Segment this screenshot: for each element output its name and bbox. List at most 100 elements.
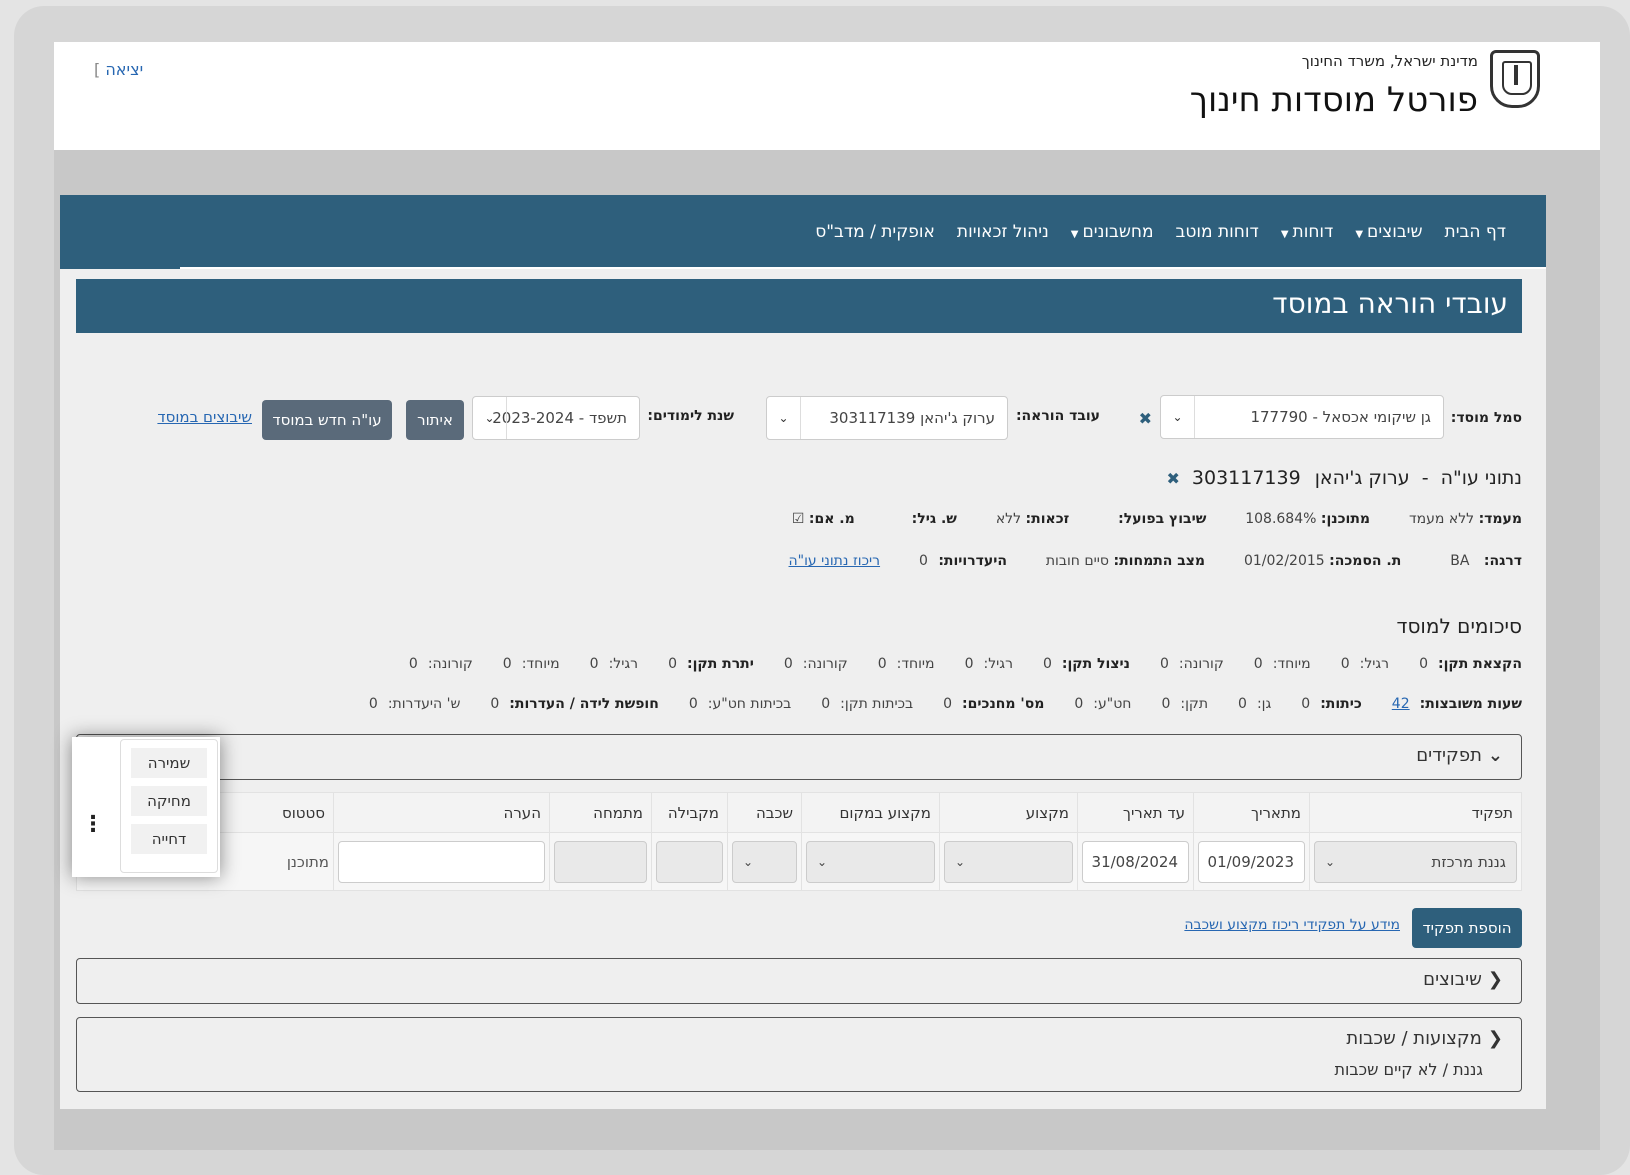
summary-item-value[interactable]: 42 xyxy=(1392,696,1410,712)
intern-input[interactable] xyxy=(554,840,647,883)
kebab-menu-icon[interactable]: ⋮ xyxy=(82,812,104,837)
to-date-cell: 31/08/2024 xyxy=(1077,832,1194,891)
placements-accordion-header[interactable]: ❮ שיבוצים xyxy=(1423,969,1503,990)
summary-item-label: קורונה: xyxy=(427,656,473,672)
add-role-button[interactable]: הוספת תפקיד xyxy=(1412,908,1522,948)
cert-value: 01/02/2015 xyxy=(1243,553,1325,569)
institution-select[interactable]: גן שיקומי אכסאל - 177790 ⌄ xyxy=(1160,395,1444,439)
teacher-details-row2: דרגה: BA ת. הסמכה: 01/02/2015 מצב התמחות… xyxy=(789,553,1522,569)
summary-item-label: קורונה: xyxy=(1178,656,1224,672)
nav-reports[interactable]: דוחות ▼ xyxy=(1281,222,1334,242)
institution-value: גן שיקומי אכסאל - 177790 xyxy=(1250,408,1431,426)
to-date-input[interactable]: 31/08/2024 xyxy=(1082,840,1189,883)
chevron-down-icon: ⌄ xyxy=(767,397,801,439)
chevron-left-icon: ❮ xyxy=(1487,969,1503,990)
nav-label[interactable]: דוחות xyxy=(1293,222,1334,242)
roles-accordion-header[interactable]: ⌄ תפקידים xyxy=(1416,745,1503,766)
summary-item-value: 0 xyxy=(964,656,974,672)
nav-label[interactable]: מחשבונים xyxy=(1083,222,1154,242)
page-title: עובדי הוראה במוסד xyxy=(76,279,1522,333)
nav-label[interactable]: שיבוצים xyxy=(1367,222,1422,242)
menu-item-delete[interactable]: מחיקה xyxy=(131,786,207,816)
note-cell xyxy=(333,832,550,891)
nav-label[interactable]: ניהול זכאויות xyxy=(957,222,1049,242)
summary-item: ניצול תקן: 0 xyxy=(1043,656,1130,672)
search-button[interactable]: איתור xyxy=(406,400,464,440)
teacher-select[interactable]: ערוק ג'יהאן 303117139 ⌄ xyxy=(766,396,1008,440)
summary-item-value: 0 xyxy=(783,656,793,672)
nav-label[interactable]: דף הבית xyxy=(1445,222,1506,242)
ma-checkbox: ☑ xyxy=(791,511,805,527)
logout-link[interactable]: יציאה ] xyxy=(94,60,143,79)
summary-item: כיתות: 0 xyxy=(1301,696,1362,712)
column-header: מקצוע xyxy=(939,792,1078,833)
column-header: הערה xyxy=(333,792,550,833)
summary-item-label: בכיתות חט"ע: xyxy=(707,696,792,712)
chevron-left-icon: ❮ xyxy=(1487,1028,1503,1049)
from-date-input[interactable]: 01/09/2023 xyxy=(1198,840,1305,883)
portal-title: פורטל מוסדות חינוך xyxy=(1189,80,1478,120)
summary-item: חט"ע: 0 xyxy=(1074,696,1131,712)
spec-label: מצב התמחות: xyxy=(1113,553,1206,569)
summary-item-label: שעות משובצות: xyxy=(1419,696,1522,712)
summary-item-label: גן: xyxy=(1256,696,1272,712)
note-input[interactable] xyxy=(338,840,545,883)
ma-label: מ. אם: xyxy=(808,511,855,527)
summary-item-label: רגיל: xyxy=(608,656,639,672)
year-value: תשפד - 2023-2024 xyxy=(492,409,627,427)
layer-select[interactable]: ⌄ xyxy=(732,840,797,883)
nav-placements[interactable]: שיבוצים▼ xyxy=(1355,222,1422,242)
nav-entitlements[interactable]: ניהול זכאויות xyxy=(957,222,1049,242)
subjects-title: מקצועות / שכבות xyxy=(1346,1028,1482,1049)
menu-item-save[interactable]: שמירה xyxy=(131,748,207,778)
institution-label: סמל מוסד: xyxy=(1450,410,1522,426)
nav-label[interactable]: אופקית / מדב"ס xyxy=(815,222,935,242)
summary-item-value: 0 xyxy=(589,656,599,672)
summary-item-value: 0 xyxy=(408,656,418,672)
status-label: מעמד: xyxy=(1478,511,1522,527)
teacher-heading-prefix: נתוני עו"ה xyxy=(1440,467,1522,489)
subject-place-select[interactable]: ⌄ xyxy=(806,840,935,883)
nav-ofkit[interactable]: אופקית / מדב"ס xyxy=(815,222,935,242)
role-value: גננת מרכזת xyxy=(1431,852,1506,871)
summary-item: הקצאת תקן: 0 xyxy=(1419,656,1522,672)
role-info-link[interactable]: מידע על תפקידי ריכוז מקצוע ושכבה xyxy=(1184,917,1400,933)
role-select[interactable]: גננת מרכזת ⌄ xyxy=(1314,840,1517,883)
parallel-input[interactable] xyxy=(656,840,723,883)
year-select[interactable]: תשפד - 2023-2024 ⌄ xyxy=(472,396,640,440)
intern-cell xyxy=(549,832,652,891)
summary-item: מס' מחנכים: 0 xyxy=(943,696,1044,712)
teacher-summary-link[interactable]: ריכוז נתוני עו"ה xyxy=(789,553,881,569)
summary-item: תקן: 0 xyxy=(1161,696,1208,712)
pin-icon[interactable]: ✖ xyxy=(1166,469,1179,488)
ministry-name: מדינת ישראל, משרד החינוך xyxy=(1301,52,1478,70)
nav-label[interactable]: דוחות מוטב xyxy=(1176,222,1259,242)
subject-select[interactable]: ⌄ xyxy=(944,840,1073,883)
nav-home[interactable]: דף הבית xyxy=(1445,222,1506,242)
summary-item: חופשת לידה / העדרות: 0 xyxy=(490,696,658,712)
summary-item-label: מיוחד: xyxy=(1272,656,1311,672)
nav-calculators[interactable]: מחשבונים ▼ xyxy=(1071,222,1154,242)
placements-link[interactable]: שיבוצים במוסד xyxy=(157,408,252,426)
roles-accordion[interactable]: ⌄ תפקידים xyxy=(76,734,1522,780)
logout-label[interactable]: יציאה xyxy=(105,60,143,79)
pin-icon[interactable]: ✖ xyxy=(1139,409,1152,428)
subjects-accordion[interactable]: ❮ מקצועות / שכבות גננת / לא קיים שכבות xyxy=(76,1017,1522,1092)
teacher-heading-sep: - xyxy=(1421,467,1429,489)
placements-accordion[interactable]: ❮ שיבוצים xyxy=(76,958,1522,1004)
summary-item-value: 0 xyxy=(1301,696,1311,712)
teacher-heading: נתוני עו"ה - ערוק ג'יהאן 303117139 ✖ xyxy=(1166,467,1522,489)
new-teacher-button[interactable]: עו"ה חדש במוסד xyxy=(262,400,392,440)
summary-item-label: ש' היעדרות: xyxy=(387,696,461,712)
column-header: מתאריך xyxy=(1193,792,1310,833)
summary-item-value: 0 xyxy=(668,656,677,672)
nav-beneficiary-reports[interactable]: דוחות מוטב xyxy=(1176,222,1259,242)
subjects-accordion-header[interactable]: ❮ מקצועות / שכבות xyxy=(1346,1028,1503,1049)
chevron-down-icon: ⌄ xyxy=(954,854,966,869)
column-header: תפקיד xyxy=(1309,792,1522,833)
summary-item-label: תקן: xyxy=(1180,696,1209,712)
summary-item-label: חופשת לידה / העדרות: xyxy=(509,696,659,712)
menu-item-reject[interactable]: דחייה xyxy=(131,824,207,854)
portal-page: מדינת ישראל, משרד החינוך פורטל מוסדות חי… xyxy=(54,42,1600,1150)
row-actions-menu: שמירה מחיקה דחייה xyxy=(120,739,218,873)
